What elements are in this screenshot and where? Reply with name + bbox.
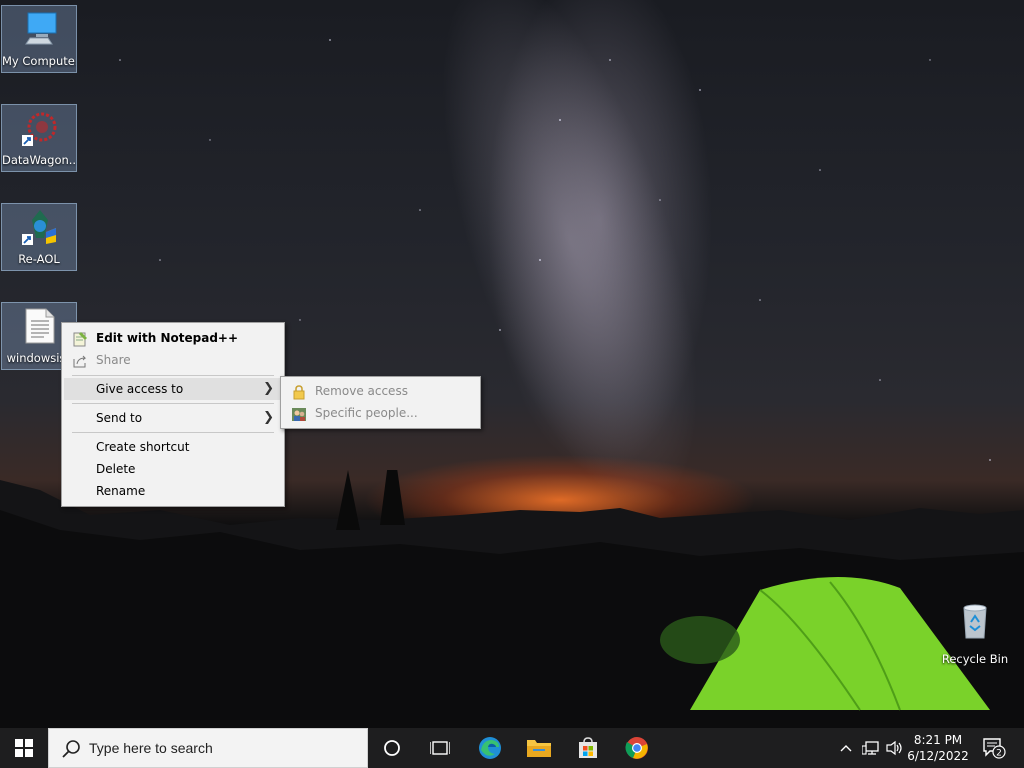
desktop-icon-label: DataWagon... [2,153,76,167]
notification-count: 2 [996,749,1002,759]
datawagon-icon [22,112,57,146]
action-center-button[interactable]: 2 [978,728,1010,768]
menu-item-label: Give access to [96,382,184,396]
lock-icon [293,385,305,400]
notification-icon: 2 [983,738,1006,759]
chrome-browser-icon [625,737,648,759]
context-menu: Edit with Notepad++ Share Give access to… [61,322,285,507]
chevron-up-icon [840,745,852,752]
people-icon [292,408,306,421]
edge-browser-icon [479,737,501,759]
chevron-right-icon: ❯ [263,381,274,396]
show-hidden-icons-button[interactable] [836,728,856,768]
menu-item-label: Rename [96,484,146,498]
menu-item-label: Remove access [315,384,408,398]
search-icon [62,740,80,758]
taskbar-app-edge[interactable] [466,728,514,768]
task-view-icon [430,741,450,755]
menu-item-label: Share [96,353,131,367]
notepad-plus-plus-icon [73,332,87,347]
menu-item-label: Edit with Notepad++ [96,331,239,345]
mountain-silhouette [0,470,1024,728]
menu-item-edit-with-notepad[interactable]: Edit with Notepad++ [64,327,282,349]
aol-icon [22,210,56,245]
taskbar-app-chrome[interactable] [613,728,661,768]
menu-separator [72,375,274,376]
desktop-icon-label: Recycle Bin [941,652,1009,666]
menu-separator [72,403,274,404]
recycle-bin-icon [963,604,987,639]
taskbar: Type here to search 8:21 PM 6/12/2022 2 [0,728,1024,768]
menu-item-send-to[interactable]: Send to ❯ [64,407,282,429]
taskbar-app-file-explorer[interactable] [515,728,563,768]
search-placeholder: Type here to search [89,740,213,756]
taskbar-app-store[interactable] [564,728,612,768]
menu-item-label: Specific people... [315,406,418,420]
clock-date: 6/12/2022 [907,749,969,763]
submenu-item-remove-access[interactable]: Remove access [283,380,478,402]
task-view-button[interactable] [416,728,464,768]
share-icon [73,355,87,368]
menu-item-delete[interactable]: Delete [64,458,282,480]
submenu-item-specific-people[interactable]: Specific people... [283,402,478,424]
menu-item-label: Send to [96,411,143,425]
menu-separator [72,432,274,433]
menu-item-label: Create shortcut [96,440,190,454]
taskbar-clock[interactable]: 8:21 PM 6/12/2022 [900,732,976,764]
desktop-icon-datawagon[interactable]: DataWagon... [1,104,77,172]
menu-item-label: Delete [96,462,136,476]
monitor-icon [25,12,57,45]
menu-item-create-shortcut[interactable]: Create shortcut [64,436,282,458]
desktop-icon-recycle-bin[interactable]: Recycle Bin [937,600,1013,668]
cortana-circle-icon [384,740,400,756]
taskbar-search-box[interactable]: Type here to search [48,728,368,768]
clock-time: 8:21 PM [913,733,963,747]
give-access-submenu: Remove access Specific people... [280,376,481,429]
menu-item-share[interactable]: Share [64,349,282,371]
network-icon [862,741,879,755]
folder-icon [527,740,551,757]
cortana-button[interactable] [368,728,416,768]
desktop[interactable]: My Computer DataWagon... Re-AOL windowsi… [0,0,1024,728]
network-button[interactable] [860,728,882,768]
menu-item-give-access-to[interactable]: Give access to ❯ [64,378,282,400]
windows-logo-icon [15,739,33,757]
start-button[interactable] [0,728,48,768]
chevron-right-icon: ❯ [263,410,274,425]
desktop-icon-label: Re-AOL [18,252,60,266]
desktop-icon-my-computer[interactable]: My Computer [1,5,77,73]
desktop-icon-label: My Computer [2,54,76,68]
menu-item-rename[interactable]: Rename [64,480,282,502]
desktop-icon-re-aol[interactable]: Re-AOL [1,203,77,271]
text-file-icon [25,308,55,344]
store-bag-icon [579,737,597,758]
